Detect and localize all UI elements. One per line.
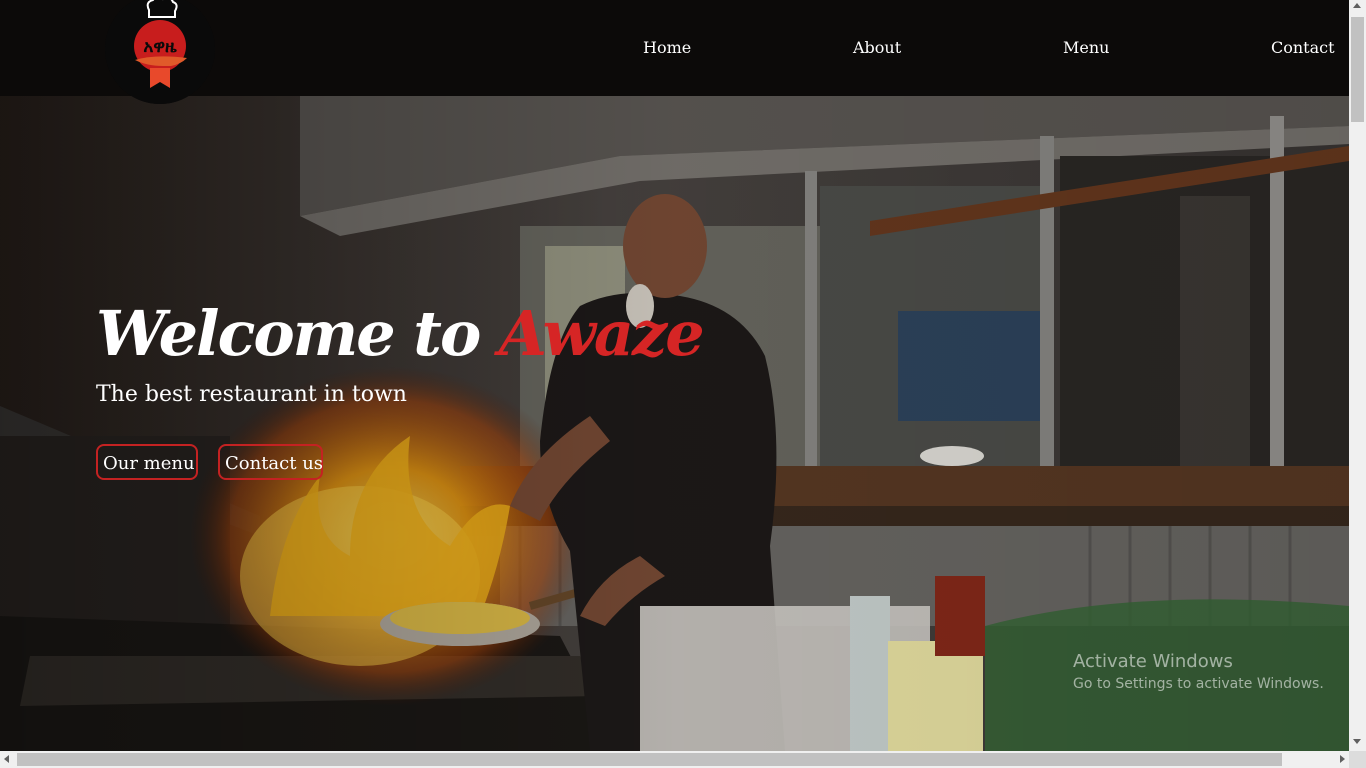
hero-subtitle: The best restaurant in town bbox=[96, 382, 407, 407]
horizontal-scrollbar[interactable] bbox=[0, 751, 1349, 768]
scroll-up-arrow-icon[interactable] bbox=[1353, 3, 1361, 8]
hero-title: Welcome to Awaze bbox=[96, 294, 705, 374]
scrollbar-corner bbox=[1349, 751, 1366, 768]
nav-menu-link[interactable]: Menu bbox=[1063, 38, 1109, 58]
watermark-title: Activate Windows bbox=[1073, 651, 1233, 672]
vertical-scrollbar[interactable] bbox=[1349, 0, 1366, 751]
nav-contact-link[interactable]: Contact bbox=[1271, 38, 1335, 58]
windows-activation-watermark: Activate Windows Go to Settings to activ… bbox=[1073, 651, 1324, 695]
site-logo[interactable]: አዋዜ bbox=[105, 0, 215, 104]
scroll-right-arrow-icon[interactable] bbox=[1340, 755, 1345, 763]
site-header: አዋዜ Home About Menu Contact bbox=[0, 0, 1349, 104]
hero-title-prefix: Welcome to bbox=[96, 297, 499, 370]
nav-home-link[interactable]: Home bbox=[643, 38, 691, 58]
browser-viewport: አዋዜ Home About Menu Contact Welcome to A… bbox=[0, 0, 1349, 751]
vertical-scroll-thumb[interactable] bbox=[1351, 17, 1364, 122]
horizontal-scroll-thumb[interactable] bbox=[17, 753, 1282, 766]
contact-us-button[interactable]: Contact us bbox=[218, 444, 323, 480]
nav-about-link[interactable]: About bbox=[853, 38, 901, 58]
our-menu-button[interactable]: Our menu bbox=[96, 444, 198, 480]
chef-logo-icon: አዋዜ bbox=[105, 0, 215, 104]
svg-text:አዋዜ: አዋዜ bbox=[143, 37, 177, 57]
watermark-subtitle: Go to Settings to activate Windows. bbox=[1073, 676, 1324, 692]
scroll-down-arrow-icon[interactable] bbox=[1353, 739, 1361, 744]
hero-title-accent: Awaze bbox=[498, 297, 705, 370]
scroll-left-arrow-icon[interactable] bbox=[4, 755, 9, 763]
